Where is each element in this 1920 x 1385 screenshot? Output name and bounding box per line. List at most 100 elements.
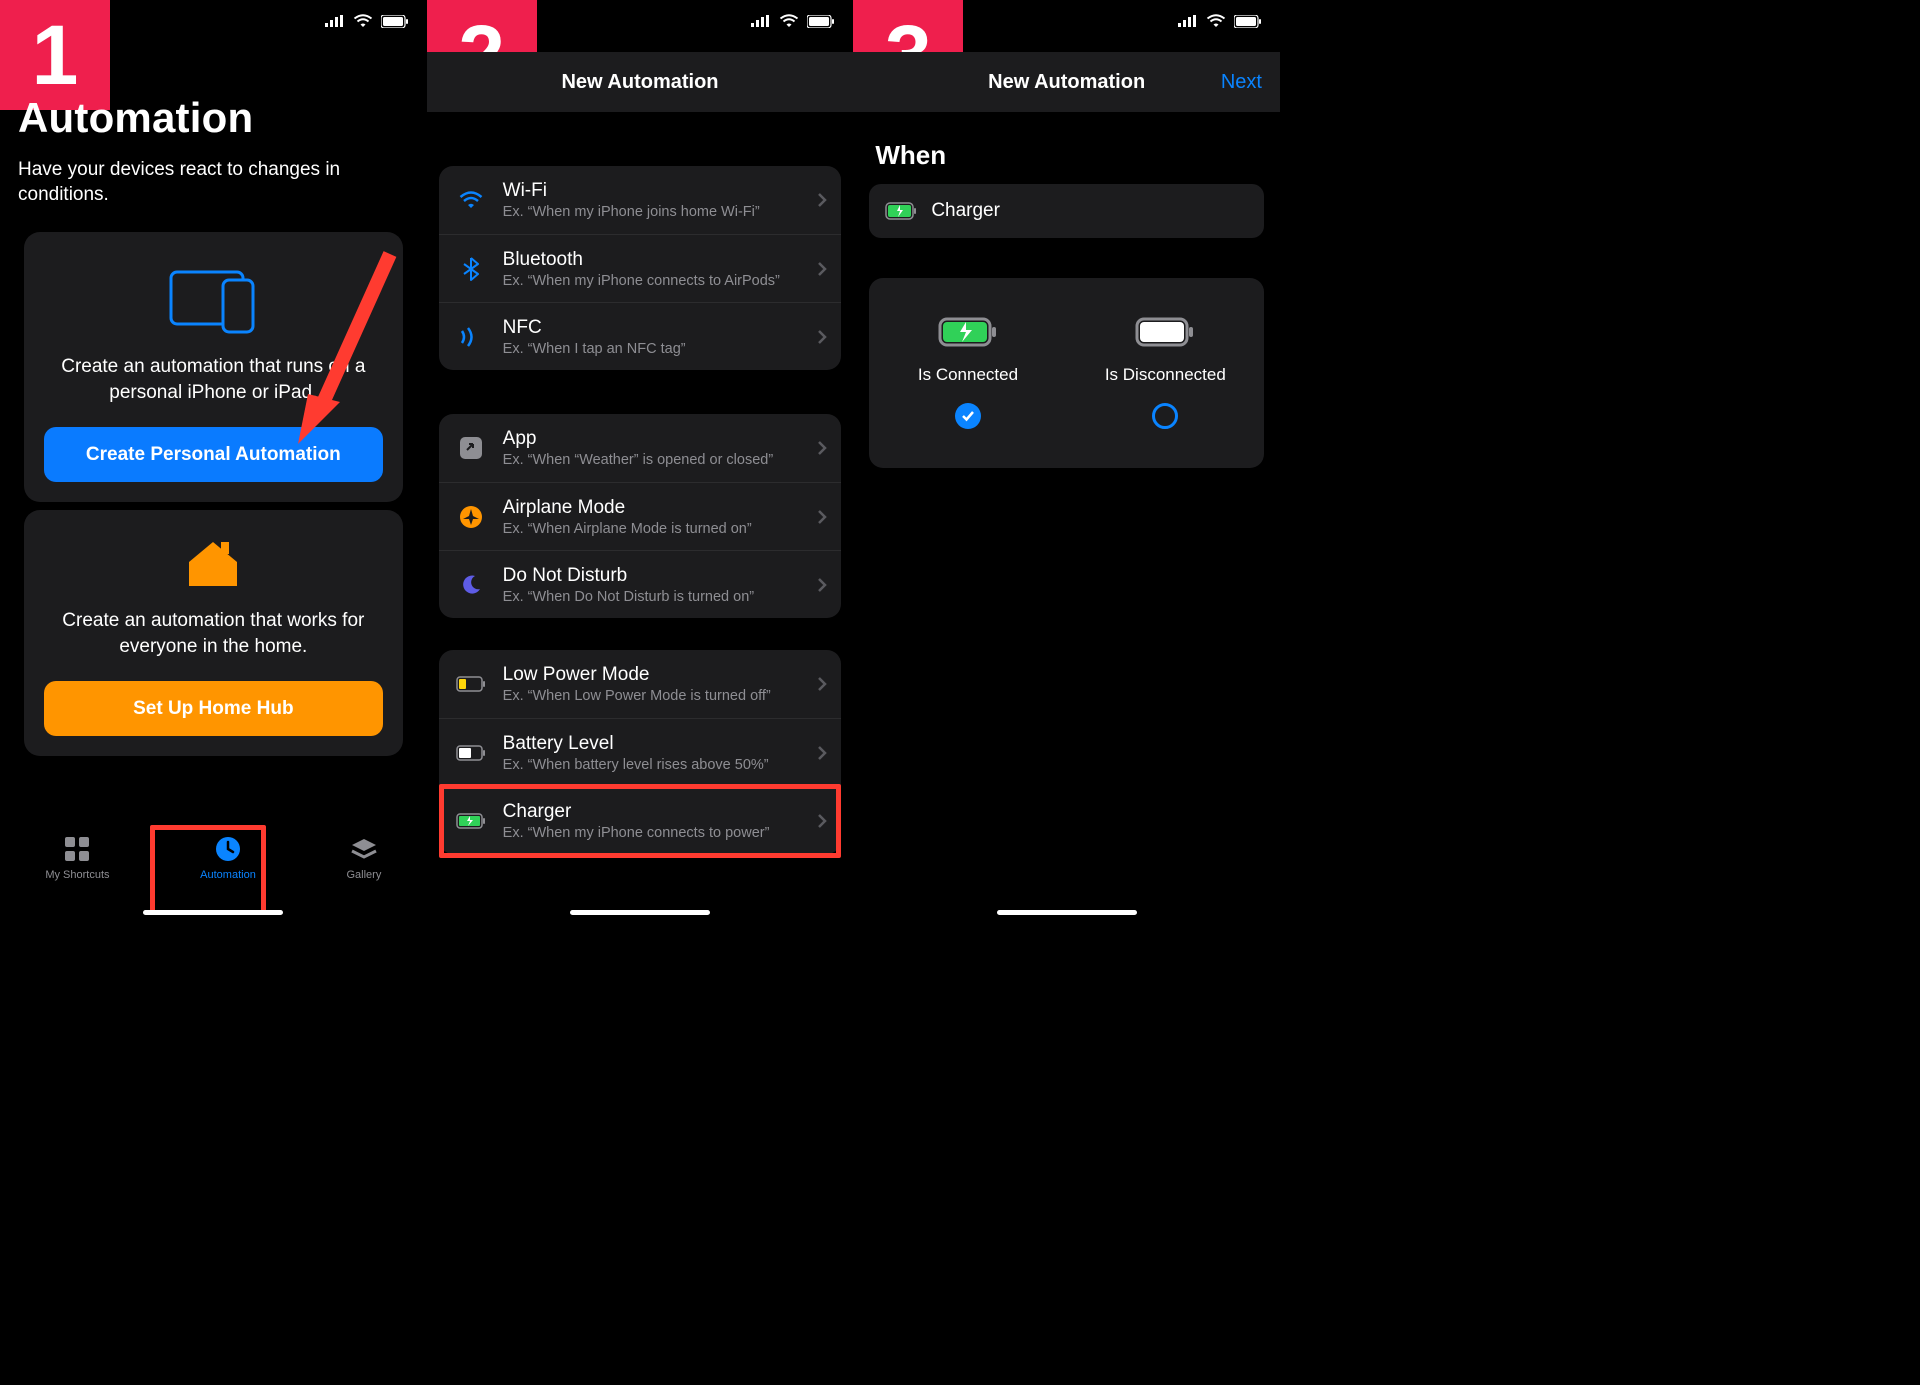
- chevron-right-icon: [817, 192, 827, 208]
- battery-icon: [807, 15, 835, 28]
- clock-icon: [214, 835, 242, 863]
- battery-full-icon: [1135, 317, 1195, 347]
- charger-options: Is Connected Is Disconnected: [869, 278, 1264, 468]
- option-is-connected[interactable]: Is Connected: [869, 278, 1066, 468]
- status-bar: [325, 14, 409, 28]
- trigger-charger-pill[interactable]: Charger: [869, 184, 1264, 238]
- next-button[interactable]: Next: [1221, 71, 1262, 94]
- row-subtitle: Ex. “When Low Power Mode is turned off”: [503, 688, 818, 704]
- wifi-icon: [779, 14, 799, 28]
- tab-automation[interactable]: Automation: [200, 835, 256, 881]
- card-personal-automation: Create an automation that runs on a pers…: [24, 232, 403, 502]
- row-charger[interactable]: Charger Ex. “When my iPhone connects to p…: [439, 786, 842, 854]
- chevron-right-icon: [817, 813, 827, 829]
- row-title: Charger: [503, 801, 818, 823]
- battery-charging-icon: [938, 317, 998, 347]
- cellular-icon: [325, 15, 345, 27]
- row-app[interactable]: App Ex. “When “Weather” is opened or clos…: [439, 414, 842, 482]
- cellular-icon: [1178, 15, 1198, 27]
- bluetooth-icon: [453, 257, 489, 281]
- option-label: Is Connected: [918, 365, 1018, 385]
- wifi-icon: [353, 14, 373, 28]
- charger-icon: [453, 813, 489, 829]
- battery-level-icon: [453, 745, 489, 761]
- battery-icon: [1234, 15, 1262, 28]
- row-subtitle: Ex. “When “Weather” is opened or closed”: [503, 452, 818, 468]
- tab-my-shortcuts[interactable]: My Shortcuts: [45, 835, 109, 881]
- row-title: Battery Level: [503, 733, 818, 755]
- row-battery-level[interactable]: Battery Level Ex. “When battery level ris…: [439, 718, 842, 786]
- radio-selected-icon: [955, 403, 981, 429]
- chevron-right-icon: [817, 745, 827, 761]
- trigger-group-apps: App Ex. “When “Weather” is opened or clos…: [439, 414, 842, 618]
- stack-icon: [350, 835, 378, 863]
- nav-title: New Automation: [561, 71, 718, 94]
- option-is-disconnected[interactable]: Is Disconnected: [1067, 278, 1264, 468]
- airplane-icon: [453, 505, 489, 529]
- home-icon: [185, 538, 241, 590]
- row-title: Wi-Fi: [503, 180, 818, 202]
- row-title: App: [503, 428, 818, 450]
- row-subtitle: Ex. “When battery level rises above 50%”: [503, 757, 818, 773]
- setup-home-hub-button[interactable]: Set Up Home Hub: [44, 681, 383, 736]
- chevron-right-icon: [817, 577, 827, 593]
- row-title: NFC: [503, 317, 818, 339]
- nav-header: New Automation: [427, 52, 854, 112]
- row-subtitle: Ex. “When my iPhone connects to AirPods”: [503, 273, 818, 289]
- row-title: Bluetooth: [503, 249, 818, 271]
- low-power-icon: [453, 676, 489, 692]
- nav-header: New Automation Next: [853, 52, 1280, 112]
- battery-icon: [381, 15, 409, 28]
- row-title: Low Power Mode: [503, 664, 818, 686]
- home-indicator[interactable]: [997, 910, 1137, 915]
- trigger-group-power: Low Power Mode Ex. “When Low Power Mode i…: [439, 650, 842, 854]
- radio-unselected-icon: [1152, 403, 1178, 429]
- row-subtitle: Ex. “When Do Not Disturb is turned on”: [503, 589, 818, 605]
- card-home-automation: Create an automation that works for ever…: [24, 510, 403, 756]
- app-icon: [453, 436, 489, 460]
- wifi-icon: [1206, 14, 1226, 28]
- card-home-text: Create an automation that works for ever…: [44, 608, 383, 659]
- chevron-right-icon: [817, 509, 827, 525]
- chevron-right-icon: [817, 676, 827, 692]
- row-bluetooth[interactable]: Bluetooth Ex. “When my iPhone connects to…: [439, 234, 842, 302]
- moon-icon: [453, 574, 489, 596]
- page-subtitle: Have your devices react to changes in co…: [18, 158, 405, 207]
- tab-gallery[interactable]: Gallery: [346, 835, 381, 881]
- create-personal-automation-button[interactable]: Create Personal Automation: [44, 427, 383, 482]
- charger-icon: [885, 202, 917, 220]
- row-subtitle: Ex. “When my iPhone joins home Wi-Fi”: [503, 204, 818, 220]
- card-personal-text: Create an automation that runs on a pers…: [44, 354, 383, 405]
- chevron-right-icon: [817, 329, 827, 345]
- row-subtitle: Ex. “When Airplane Mode is turned on”: [503, 521, 818, 537]
- nfc-icon: [453, 327, 489, 347]
- cellular-icon: [751, 15, 771, 27]
- panel-3: 3 New Automation Next When Charger Is Co…: [853, 0, 1280, 923]
- panel-2: 2 New Automation Wi-FiEx. “When my iPhon…: [427, 0, 854, 923]
- home-indicator[interactable]: [570, 910, 710, 915]
- trigger-group-connectivity: Wi-Fi Ex. “When my iPhone joins home Wi-F…: [439, 166, 842, 370]
- section-title-when: When: [875, 140, 946, 171]
- row-airplane-mode[interactable]: Airplane Mode Ex. “When Airplane Mode is …: [439, 482, 842, 550]
- trigger-label: Charger: [931, 200, 1000, 222]
- status-bar: [751, 14, 835, 28]
- row-subtitle: Ex. “When I tap an NFC tag”: [503, 341, 818, 357]
- home-indicator[interactable]: [143, 910, 283, 915]
- wifi-icon: [453, 191, 489, 209]
- row-title: Do Not Disturb: [503, 565, 818, 587]
- row-low-power-mode[interactable]: Low Power Mode Ex. “When Low Power Mode i…: [439, 650, 842, 718]
- row-wifi[interactable]: Wi-Fi Ex. “When my iPhone joins home Wi-F…: [439, 166, 842, 234]
- tab-label: Automation: [200, 869, 256, 881]
- status-bar: [1178, 14, 1262, 28]
- row-subtitle: Ex. “When my iPhone connects to power”: [503, 825, 818, 841]
- devices-icon: [165, 264, 261, 336]
- row-title: Airplane Mode: [503, 497, 818, 519]
- chevron-right-icon: [817, 261, 827, 277]
- panel-1: 1 Automation Have your devices react to …: [0, 0, 427, 923]
- row-nfc[interactable]: NFC Ex. “When I tap an NFC tag”: [439, 302, 842, 370]
- option-label: Is Disconnected: [1105, 365, 1226, 385]
- tab-label: Gallery: [346, 869, 381, 881]
- nav-title: New Automation: [988, 71, 1145, 94]
- page-title: Automation: [18, 94, 253, 142]
- row-do-not-disturb[interactable]: Do Not Disturb Ex. “When Do Not Disturb i…: [439, 550, 842, 618]
